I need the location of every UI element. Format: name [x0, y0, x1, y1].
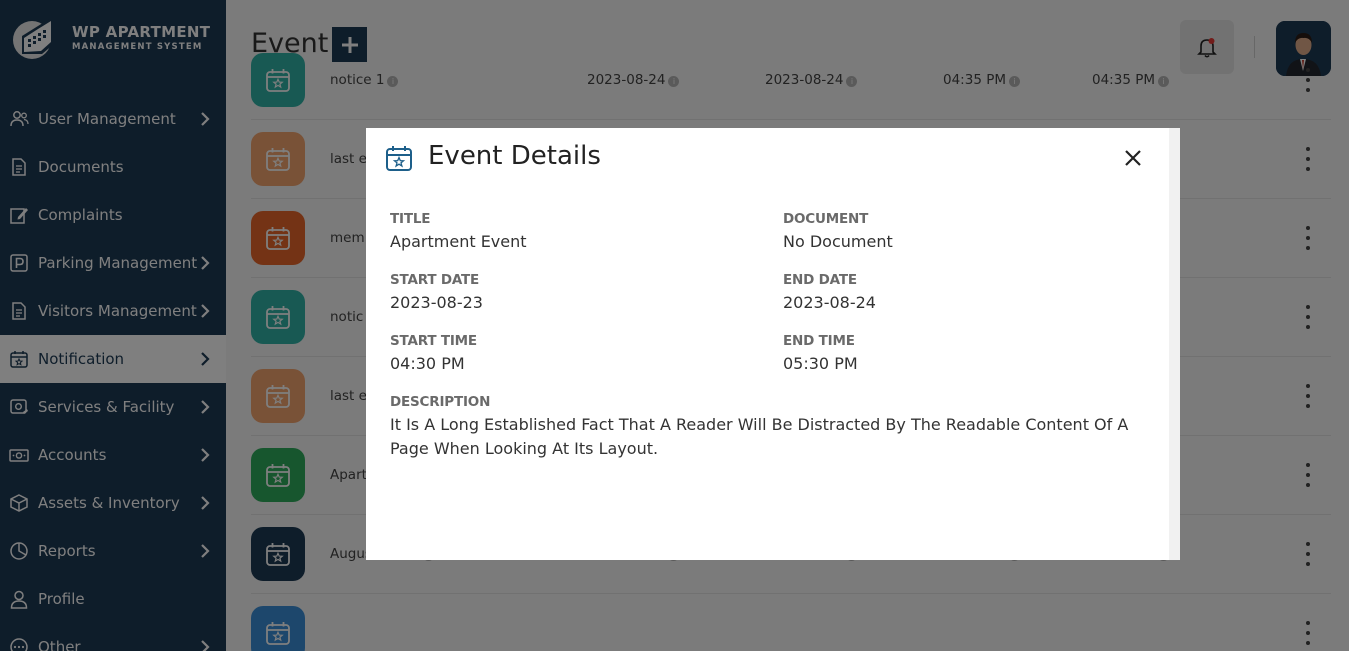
end-time-field: END TIME 05:30 PM: [783, 333, 858, 373]
event-details-modal: Event Details TITLE Apartment Event DOCU…: [366, 128, 1180, 560]
description-field: DESCRIPTION It Is A Long Established Fac…: [390, 394, 1150, 461]
calendar-star-icon: [386, 146, 412, 171]
close-icon[interactable]: [1123, 148, 1143, 168]
end-date-label: END DATE: [783, 272, 857, 288]
modal-scrollbar[interactable]: [1169, 128, 1180, 560]
document-field: DOCUMENT No Document: [783, 211, 893, 251]
start-date-field: START DATE 2023-08-23: [390, 272, 483, 312]
title-label: TITLE: [390, 211, 431, 227]
end-time-value: 05:30 PM: [783, 354, 858, 373]
start-date-label: START DATE: [390, 272, 480, 288]
end-time-label: END TIME: [783, 333, 855, 349]
end-date-value: 2023-08-24: [783, 293, 876, 312]
description-value: It Is A Long Established Fact That A Rea…: [390, 415, 1129, 458]
title-value: Apartment Event: [390, 232, 527, 251]
description-label: DESCRIPTION: [390, 394, 491, 410]
start-time-label: START TIME: [390, 333, 477, 349]
end-date-field: END DATE 2023-08-24: [783, 272, 876, 312]
document-label: DOCUMENT: [783, 211, 869, 227]
start-time-field: START TIME 04:30 PM: [390, 333, 477, 373]
start-date-value: 2023-08-23: [390, 293, 483, 312]
start-time-value: 04:30 PM: [390, 354, 465, 373]
document-value: No Document: [783, 232, 893, 251]
modal-title: Event Details: [428, 141, 601, 171]
title-field: TITLE Apartment Event: [390, 211, 527, 251]
